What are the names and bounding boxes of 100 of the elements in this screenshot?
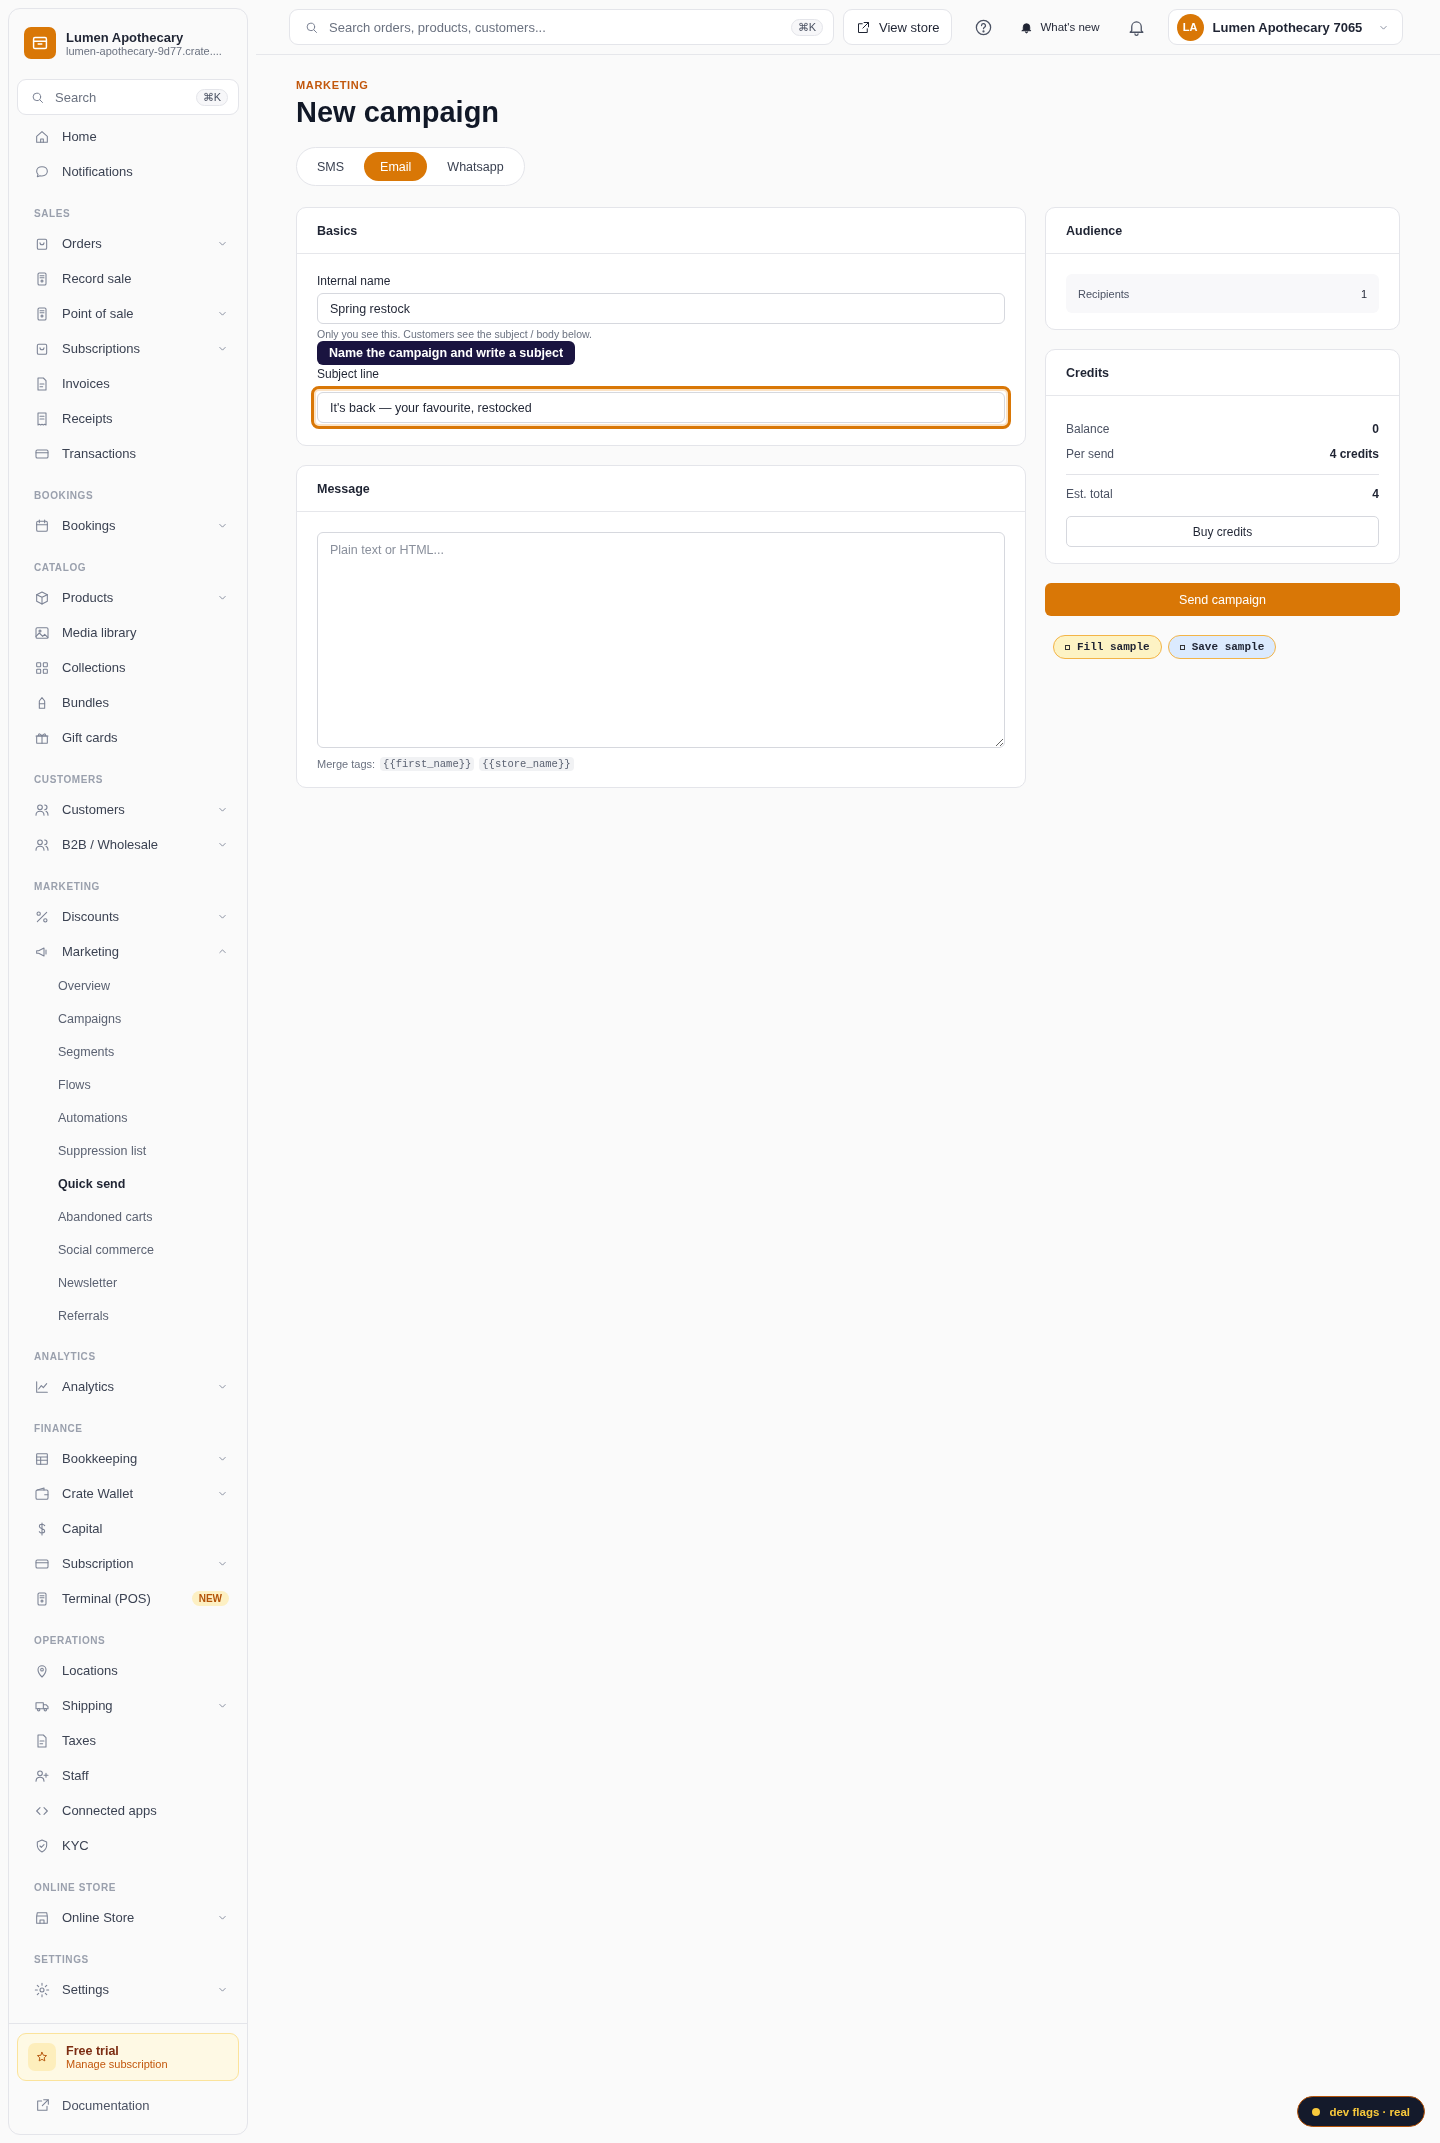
- users-icon: [34, 801, 50, 818]
- nav-item[interactable]: Locations: [17, 1653, 239, 1688]
- input-field[interactable]: It's back — your favourite, restocked: [317, 392, 1005, 423]
- nav-subitem[interactable]: Flows: [17, 1068, 239, 1101]
- wallet-icon: [34, 1485, 50, 1502]
- nav-subitem[interactable]: Newsletter: [17, 1266, 239, 1299]
- nav-item[interactable]: Discounts: [17, 899, 239, 934]
- nav-item[interactable]: Collections: [17, 650, 239, 685]
- nav-item[interactable]: Transactions: [17, 436, 239, 471]
- nav-subitem[interactable]: Automations: [17, 1101, 239, 1134]
- helper-text: Only you see this. Customers see the subject / body below.: [317, 328, 593, 340]
- nav-item[interactable]: Staff: [17, 1758, 239, 1793]
- credit-value: 4: [1372, 486, 1379, 501]
- card-title: Message: [317, 481, 370, 496]
- search-field[interactable]: Search ⌘K: [17, 79, 239, 115]
- nav-subitem[interactable]: Segments: [17, 1035, 239, 1068]
- tab[interactable]: Whatsapp: [431, 152, 520, 181]
- nav-item[interactable]: Capital: [17, 1511, 239, 1546]
- nav-item[interactable]: Notifications: [17, 154, 239, 189]
- external-link-icon: [35, 2097, 51, 2113]
- input-field[interactable]: Spring restock: [317, 293, 1005, 324]
- nav-item[interactable]: Analytics: [17, 1369, 239, 1404]
- nav-item[interactable]: Subscription: [17, 1546, 239, 1581]
- search-field[interactable]: Search orders, products, customers... ⌘K: [289, 9, 834, 45]
- nav-item[interactable]: KYC: [17, 1828, 239, 1863]
- nav-item[interactable]: Connected apps: [17, 1793, 239, 1828]
- search-input[interactable]: Search: [55, 89, 186, 105]
- sample-button[interactable]: Fill sample: [1053, 635, 1162, 659]
- credit-label: Est. total: [1066, 486, 1113, 501]
- nav-item[interactable]: Customers: [17, 792, 239, 827]
- nav-item[interactable]: Taxes: [17, 1723, 239, 1758]
- home-icon: [34, 128, 50, 145]
- section-heading: BOOKINGS: [34, 490, 95, 503]
- shield-icon: [34, 1837, 50, 1854]
- nav-item[interactable]: Terminal (POS) NEW: [17, 1581, 239, 1616]
- merge-tag[interactable]: {{store_name}}: [479, 757, 574, 771]
- user-plus-icon: [34, 1767, 50, 1784]
- nav-item[interactable]: Subscriptions: [17, 331, 239, 366]
- nav-item[interactable]: Point of sale: [17, 296, 239, 331]
- nav-item[interactable]: Home: [17, 119, 239, 154]
- nav-item[interactable]: B2B / Wholesale: [17, 827, 239, 862]
- nav-item[interactable]: Products: [17, 580, 239, 615]
- field-label: Internal name: [317, 274, 392, 288]
- chat-bubble-icon: [34, 163, 50, 180]
- shortcut-hint: ⌘K: [790, 18, 823, 36]
- nav-item[interactable]: Marketing: [17, 934, 239, 969]
- tab[interactable]: SMS: [301, 152, 361, 181]
- nav-item[interactable]: Settings: [17, 1972, 239, 2007]
- tooltip: Name the campaign and write a subject: [317, 341, 576, 365]
- nav-subitem[interactable]: Abandoned carts: [17, 1200, 239, 1233]
- nav-item[interactable]: Record sale: [17, 261, 239, 296]
- merge-tag[interactable]: {{first_name}}: [380, 757, 475, 771]
- search-input[interactable]: Search orders, products, customers...: [329, 19, 781, 35]
- nav-item[interactable]: Orders: [17, 226, 239, 261]
- nav-item[interactable]: Bookings: [17, 508, 239, 543]
- whats-new-button[interactable]: What's new: [1014, 9, 1106, 45]
- credit-label: Per send: [1066, 446, 1115, 461]
- page-title: New campaign: [296, 96, 501, 129]
- nav-item[interactable]: Shipping: [17, 1688, 239, 1723]
- credit-label: Balance: [1066, 421, 1110, 436]
- map-pin-icon: [34, 1662, 50, 1679]
- line-chart-icon: [34, 1378, 50, 1395]
- nav-item[interactable]: Online Store: [17, 1900, 239, 1935]
- card-title: Basics: [317, 223, 358, 238]
- nav-subitem[interactable]: Campaigns: [17, 1002, 239, 1035]
- view-store-button[interactable]: View store: [843, 9, 953, 45]
- storefront-icon: [34, 1909, 50, 1926]
- nav-item[interactable]: Bookkeeping: [17, 1441, 239, 1476]
- section-heading: ANALYTICS: [34, 1351, 97, 1364]
- calculator-icon: [34, 305, 50, 322]
- avatar: LA: [1176, 13, 1204, 41]
- calculator-icon: [34, 270, 50, 287]
- nav-subitem[interactable]: Overview: [17, 969, 239, 1002]
- nav-item[interactable]: Crate Wallet: [17, 1476, 239, 1511]
- section-heading: FINANCE: [34, 1423, 84, 1436]
- nav-subitem[interactable]: Social commerce: [17, 1233, 239, 1266]
- sample-button[interactable]: Save sample: [1167, 635, 1277, 659]
- grid-icon: [34, 659, 50, 676]
- external-link-icon: [856, 19, 871, 35]
- trial-card[interactable]: Free trial Manage subscription: [17, 2033, 239, 2081]
- nav-item[interactable]: Invoices: [17, 366, 239, 401]
- dev-flags-badge[interactable]: dev flags · real: [1297, 2096, 1425, 2127]
- nav-subitem[interactable]: Suppression list: [17, 1134, 239, 1167]
- account-menu[interactable]: LA Lumen Apothecary 7065: [1167, 9, 1404, 45]
- message-field[interactable]: Plain text or HTML...: [317, 532, 1005, 748]
- nav-item[interactable]: Bundles: [17, 685, 239, 720]
- nav-item[interactable]: Gift cards: [17, 720, 239, 755]
- nav-subitem[interactable]: Referrals: [17, 1299, 239, 1332]
- star-icon: [35, 2050, 49, 2064]
- shortcut-hint: ⌘K: [195, 88, 228, 106]
- nav-item[interactable]: Media library: [17, 615, 239, 650]
- account-name: Lumen Apothecary 7065: [1212, 19, 1363, 35]
- receipt-icon: [34, 410, 50, 427]
- nav-item[interactable]: Receipts: [17, 401, 239, 436]
- documentation-link[interactable]: Documentation: [17, 2087, 239, 2123]
- credit-value: 0: [1372, 421, 1379, 436]
- card-title: Audience: [1066, 223, 1123, 238]
- nav-subitem[interactable]: Quick send: [17, 1167, 239, 1200]
- buy-credits-button[interactable]: Buy credits: [1066, 516, 1379, 547]
- manage-link[interactable]: Manage subscription: [66, 2058, 168, 2070]
